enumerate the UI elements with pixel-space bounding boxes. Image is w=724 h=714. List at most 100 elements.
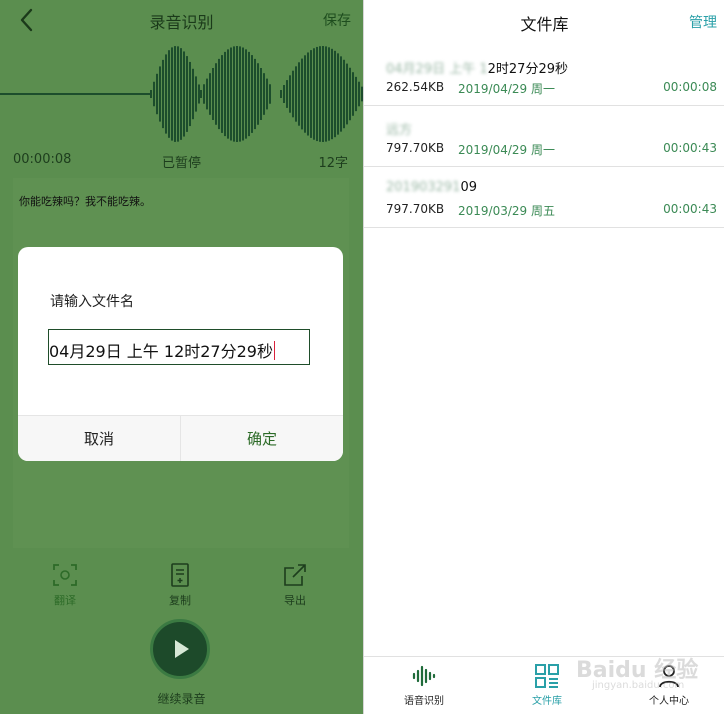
waveform-bar	[358, 81, 360, 107]
file-duration: 00:00:08	[663, 80, 717, 94]
bottom-tab-bar: 语音识别 文件库 个人中心	[364, 656, 724, 714]
continue-recording-label: 继续录音	[157, 692, 206, 706]
character-count: 12字	[318, 156, 348, 171]
waveform-bar	[221, 55, 223, 133]
waveform-bar	[331, 48, 333, 140]
waveform-bar	[153, 81, 155, 107]
page-title: 录音识别	[149, 13, 214, 32]
waveform-bar	[174, 46, 176, 142]
waveform-bar	[343, 59, 345, 129]
waveform-bar	[159, 66, 161, 122]
waveform-bar	[301, 58, 303, 130]
filename-value-text: 04月29日 上午 12时27分29秒	[49, 342, 273, 361]
tab-label: 个人中心	[649, 696, 689, 707]
waveform-bar	[209, 73, 211, 115]
waveform-bar	[340, 56, 342, 132]
copy-label: 复制	[169, 594, 191, 607]
tab-label: 文件库	[532, 696, 562, 707]
waveform-bar	[180, 48, 182, 140]
waveform-bar	[307, 52, 309, 136]
waveform-bar	[192, 68, 194, 120]
file-row[interactable]: 04月29日 上午 12时27分29秒 262.54KB 2019/04/29 …	[364, 45, 724, 106]
waveform-bar	[346, 63, 348, 125]
recording-info-bar: 00:00:08 已暂停 12字	[0, 152, 363, 172]
tab-voice-recognition[interactable]: 语音识别	[384, 663, 464, 707]
recording-screen: 录音识别 保存 00:00:08 已暂停 12字 你能吃辣吗？我不能吃辣。 翻译	[0, 0, 363, 714]
waveform-bar	[322, 46, 324, 142]
library-title: 文件库	[520, 15, 569, 34]
waveform-bar	[156, 73, 158, 115]
waveform-bar	[283, 85, 285, 103]
play-icon	[175, 640, 189, 658]
person-icon	[659, 665, 679, 688]
filename-dialog: 请输入文件名 04月29日 上午 12时27分29秒 取消 确定	[18, 247, 343, 461]
waveform-bar	[212, 68, 214, 120]
waveform-bar	[337, 53, 339, 135]
file-size: 262.54KB	[386, 80, 445, 94]
waveform-bar	[162, 59, 164, 129]
file-date: 2019/04/29 周一	[458, 82, 555, 96]
waveform-bar	[233, 46, 235, 142]
waveform-bar	[239, 46, 241, 142]
waveform-bar	[200, 90, 202, 98]
continue-recording-button[interactable]	[150, 619, 210, 679]
waveform-bar	[227, 49, 229, 139]
waveform-bar	[254, 58, 256, 130]
waveform-bar	[150, 90, 152, 98]
waveform-bar	[171, 47, 173, 141]
file-library-screen: 文件库 管理 04月29日 上午 12时27分29秒 262.54KB 2019…	[363, 0, 724, 714]
manage-button[interactable]: 管理	[689, 12, 717, 32]
waveform-bar	[328, 47, 330, 141]
save-button[interactable]: 保存	[323, 10, 351, 30]
file-row[interactable]: 20190329109 797.70KB 2019/03/29 周五 00:00…	[364, 167, 724, 228]
waveform-bar	[168, 50, 170, 138]
waveform-bar	[218, 58, 220, 130]
waveform-bar	[183, 51, 185, 137]
waveform-icon	[412, 665, 436, 687]
waveform-visualization	[0, 46, 363, 142]
waveform-bar	[257, 63, 259, 125]
waveform-bar	[280, 90, 282, 98]
library-header: 文件库 管理	[364, 0, 724, 44]
waveform-bar	[286, 80, 288, 108]
file-name-visible: 09	[460, 180, 477, 195]
file-row[interactable]: 远方 797.70KB 2019/04/29 周一 00:00:43	[364, 106, 724, 167]
copy-button[interactable]: 复制	[150, 562, 210, 608]
translate-label: 翻译	[54, 594, 76, 607]
waveform-bar	[203, 84, 205, 104]
dialog-buttons: 取消 确定	[18, 415, 343, 461]
file-name: 04月29日 上午 12时27分29秒	[386, 58, 568, 77]
waveform-bar	[263, 73, 265, 115]
waveform-bar	[334, 50, 336, 138]
grid-icon	[535, 664, 559, 688]
waveform-bar	[352, 72, 354, 116]
waveform-bar	[298, 62, 300, 126]
waveform-bar	[325, 46, 327, 142]
confirm-button[interactable]: 确定	[180, 416, 343, 461]
tab-file-library[interactable]: 文件库	[507, 663, 587, 707]
action-row: 翻译 复制 导出	[0, 562, 363, 612]
filename-input[interactable]: 04月29日 上午 12时27分29秒	[48, 329, 310, 365]
translate-button[interactable]: 翻译	[35, 562, 95, 608]
waveform-bar	[230, 47, 232, 141]
file-date: 2019/03/29 周五	[458, 204, 555, 218]
file-name: 远方	[386, 119, 412, 138]
waveform-bar	[289, 75, 291, 113]
waveform-bar	[316, 46, 318, 142]
cancel-button[interactable]: 取消	[18, 416, 180, 461]
waveform-bar	[189, 61, 191, 127]
waveform-bar	[215, 63, 217, 125]
file-name-visible: 2时27分29秒	[487, 62, 568, 77]
waveform-bar	[236, 46, 238, 142]
waveform-bar	[198, 84, 200, 104]
file-size: 797.70KB	[386, 202, 445, 216]
waveform-bar	[177, 46, 179, 142]
tab-personal-center[interactable]: 个人中心	[629, 663, 709, 707]
screenshot-root: 录音识别 保存 00:00:08 已暂停 12字 你能吃辣吗？我不能吃辣。 翻译	[0, 0, 724, 714]
filename-input-value: 04月29日 上午 12时27分29秒	[49, 338, 276, 362]
export-button[interactable]: 导出	[265, 562, 325, 608]
waveform-bar	[319, 46, 321, 142]
waveform-bar	[355, 76, 357, 112]
waveform-bar	[313, 48, 315, 140]
text-caret	[273, 341, 276, 360]
